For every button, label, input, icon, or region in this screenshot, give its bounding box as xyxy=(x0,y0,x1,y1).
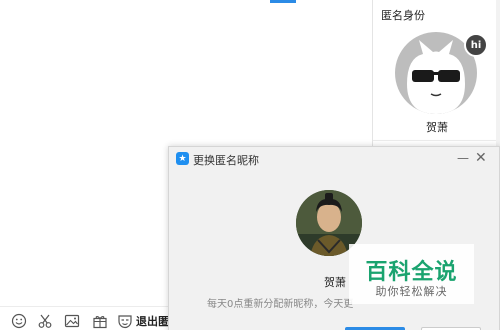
minimize-button[interactable]: — xyxy=(457,152,469,166)
anonymous-name: 贺萧 xyxy=(426,121,448,134)
app-logo-icon: ★ xyxy=(176,152,189,165)
watermark-subtitle: 助你轻松解决 xyxy=(375,285,448,298)
panel-title: 匿名身份 xyxy=(381,9,425,22)
emoji-icon[interactable] xyxy=(11,313,27,329)
gift-icon[interactable] xyxy=(92,313,108,329)
active-tab-indicator xyxy=(270,0,296,3)
scissors-icon[interactable] xyxy=(37,313,53,329)
divider xyxy=(373,140,500,141)
watermark: 百科全说 助你轻松解决 xyxy=(349,244,474,304)
mask-icon[interactable] xyxy=(117,313,133,329)
image-icon[interactable] xyxy=(64,313,80,329)
dialog-header: ★ 更换匿名昵称 — ✕ xyxy=(169,147,499,173)
close-button[interactable]: ✕ xyxy=(475,151,489,165)
dialog-title: 更换匿名昵称 xyxy=(193,154,259,167)
nickname-notice: 每天0点重新分配新昵称，今天更 xyxy=(207,299,354,310)
watermark-title: 百科全说 xyxy=(365,260,458,285)
hi-badge[interactable]: hi xyxy=(464,33,488,57)
